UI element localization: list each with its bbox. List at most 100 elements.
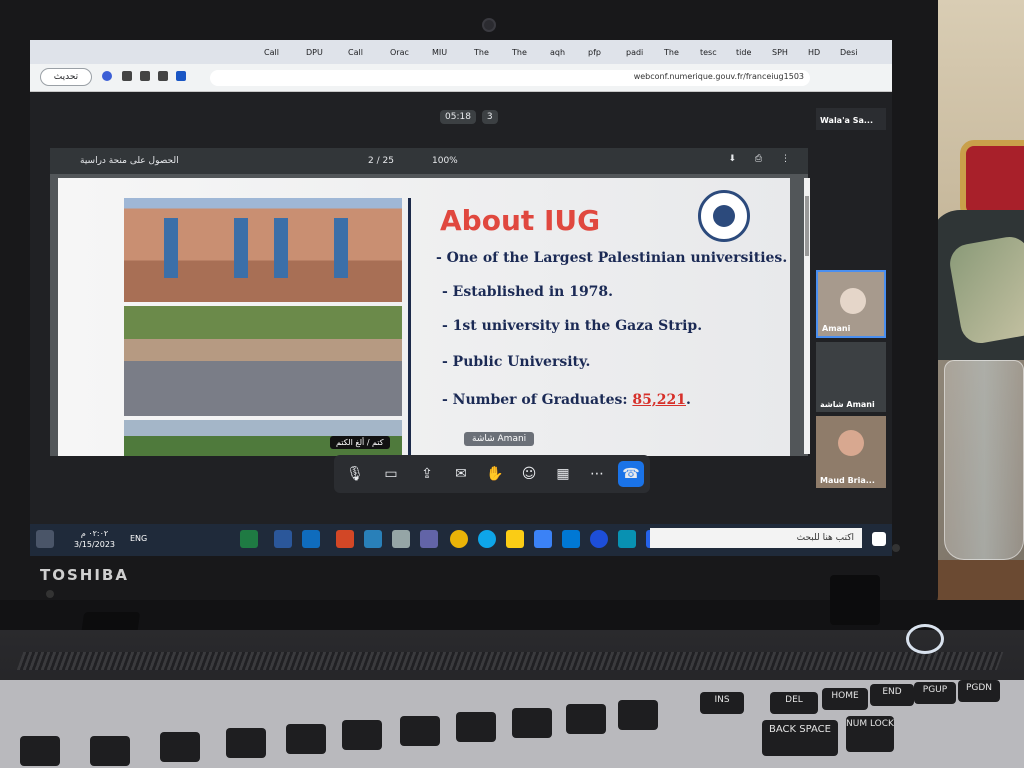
- laptop-screen: Call DPU Call Orac MIU The The aqh pfp p…: [30, 40, 892, 556]
- pdf-actions[interactable]: ⬇ ⎙ ⋮: [729, 154, 798, 164]
- excel-icon[interactable]: [240, 530, 258, 548]
- key-home[interactable]: HOME: [822, 688, 868, 710]
- more-options-icon[interactable]: ⋯: [584, 461, 610, 487]
- extension-icon[interactable]: [176, 71, 186, 81]
- extension-icon[interactable]: [158, 71, 168, 81]
- keyboard-key[interactable]: [342, 720, 382, 750]
- camera-icon[interactable]: ▭: [378, 461, 404, 487]
- chat-icon[interactable]: ✉: [448, 461, 474, 487]
- zoom-icon[interactable]: [590, 530, 608, 548]
- power-button[interactable]: [906, 624, 944, 654]
- profile-icon[interactable]: [102, 71, 112, 81]
- pdf-zoom[interactable]: 100%: [432, 156, 458, 166]
- word-icon[interactable]: [274, 530, 292, 548]
- store-icon[interactable]: [618, 530, 636, 548]
- participant-sidebar: Wala'a Sa... Amani شاشة Amani Maud Bria.…: [816, 108, 888, 528]
- key-numlock[interactable]: NUM LOCK: [846, 716, 894, 752]
- grid-view-icon[interactable]: ▦: [550, 461, 576, 487]
- browser-toolbar: تحديث webconf.numerique.gouv.fr/franceiu…: [30, 64, 892, 92]
- pdf-page-indicator: 2 / 25: [368, 156, 394, 166]
- windows-start-icon[interactable]: [872, 532, 886, 546]
- key-end[interactable]: END: [870, 684, 914, 706]
- notifications-icon[interactable]: [36, 530, 54, 548]
- extension-icon[interactable]: [122, 71, 132, 81]
- app-icon[interactable]: [392, 530, 410, 548]
- participant-name: Maud Bria...: [820, 476, 875, 485]
- screen-share-label: شاشة Amani: [464, 432, 535, 446]
- glass-vase: [944, 360, 1024, 560]
- meeting-info: 05:18 3: [440, 110, 501, 124]
- keyboard-key[interactable]: [400, 716, 440, 746]
- photo-scene: TOSHIBA Call DPU Call Orac MIU The The a…: [0, 0, 1024, 768]
- browser-tab[interactable]: HD: [804, 44, 834, 62]
- red-chair: [960, 140, 1024, 220]
- update-button[interactable]: تحديث: [40, 68, 92, 86]
- browser-tab[interactable]: Desi: [836, 44, 866, 62]
- teams-icon[interactable]: [420, 530, 438, 548]
- keyboard-key[interactable]: [90, 736, 130, 766]
- building-window: [274, 218, 288, 278]
- raise-hand-icon[interactable]: ✋: [482, 461, 508, 487]
- pdf-scrollbar[interactable]: [804, 178, 810, 454]
- key-pgdn[interactable]: PGDN: [958, 680, 1000, 702]
- office-icon[interactable]: [336, 530, 354, 548]
- extension-icon[interactable]: [140, 71, 150, 81]
- keyboard-key[interactable]: [618, 700, 658, 730]
- browser-tab[interactable]: The: [470, 44, 506, 62]
- address-bar[interactable]: webconf.numerique.gouv.fr/franceiug1503: [210, 70, 810, 86]
- browser-tab[interactable]: aqh: [546, 44, 582, 62]
- key-backspace[interactable]: BACK SPACE: [762, 720, 838, 756]
- keyboard-key[interactable]: [20, 736, 60, 766]
- browser-tab[interactable]: The: [660, 44, 694, 62]
- participant-tile[interactable]: Amani: [816, 270, 886, 338]
- browser-tab[interactable]: tesc: [696, 44, 730, 62]
- browser-tab[interactable]: MIU: [428, 44, 468, 62]
- calculator-icon[interactable]: [534, 530, 552, 548]
- participant-tile[interactable]: Maud Bria...: [816, 416, 886, 488]
- key-pgup[interactable]: PGUP: [914, 682, 956, 704]
- participant-name: شاشة Amani: [820, 400, 875, 409]
- keyboard-key[interactable]: [512, 708, 552, 738]
- app-icon[interactable]: [364, 530, 382, 548]
- participant-tile[interactable]: Wala'a Sa...: [816, 108, 886, 130]
- pdf-page-current[interactable]: 2: [368, 156, 374, 166]
- taskbar-clock[interactable]: ٠٢:٠٢ م 3/15/2023: [74, 528, 115, 550]
- participant-video: [838, 430, 864, 456]
- outlook-icon[interactable]: [302, 530, 320, 548]
- key-del[interactable]: DEL: [770, 692, 818, 714]
- screen-share-icon[interactable]: ⇪: [414, 461, 440, 487]
- browser-tab[interactable]: pfp: [584, 44, 620, 62]
- keyboard-key[interactable]: [286, 724, 326, 754]
- presentation-slide: About IUG - One of the Largest Palestini…: [58, 178, 790, 456]
- chrome-icon[interactable]: [450, 530, 468, 548]
- browser-tab[interactable]: DPU: [302, 44, 342, 62]
- browser-tab[interactable]: tide: [732, 44, 766, 62]
- keyboard-key[interactable]: [566, 704, 606, 734]
- speaker-grille: [16, 652, 1004, 670]
- browser-tab[interactable]: SPH: [768, 44, 802, 62]
- keyboard-key[interactable]: [160, 732, 200, 762]
- laptop-lid: TOSHIBA Call DPU Call Orac MIU The The a…: [0, 0, 938, 610]
- meeting-timer: 05:18: [440, 110, 476, 124]
- browser-tab[interactable]: Call: [344, 44, 384, 62]
- key-ins[interactable]: INS: [700, 692, 744, 714]
- microphone-muted-icon[interactable]: 🎙: [342, 461, 368, 487]
- keyboard-key[interactable]: [226, 728, 266, 758]
- participant-tile[interactable]: شاشة Amani: [816, 342, 886, 412]
- file-explorer-icon[interactable]: [506, 530, 524, 548]
- browser-tab[interactable]: Orac: [386, 44, 426, 62]
- mail-icon[interactable]: [562, 530, 580, 548]
- scrollbar-thumb[interactable]: [805, 196, 809, 256]
- participant-count[interactable]: 3: [481, 110, 498, 124]
- language-indicator[interactable]: ENG: [130, 534, 147, 543]
- hang-up-button[interactable]: ☎: [618, 461, 644, 487]
- taskbar-search[interactable]: اكتب هنا للبحث: [650, 528, 862, 548]
- participants-icon[interactable]: ☺: [516, 461, 542, 487]
- edge-icon[interactable]: [478, 530, 496, 548]
- browser-tab[interactable]: Call: [260, 44, 300, 62]
- browser-tab[interactable]: padi: [622, 44, 658, 62]
- windows-taskbar: ٠٢:٠٢ م 3/15/2023 ENG اكتب هنا للبحث: [30, 524, 892, 556]
- keyboard-key[interactable]: [456, 712, 496, 742]
- browser-tab[interactable]: The: [508, 44, 544, 62]
- participant-video: [840, 288, 866, 314]
